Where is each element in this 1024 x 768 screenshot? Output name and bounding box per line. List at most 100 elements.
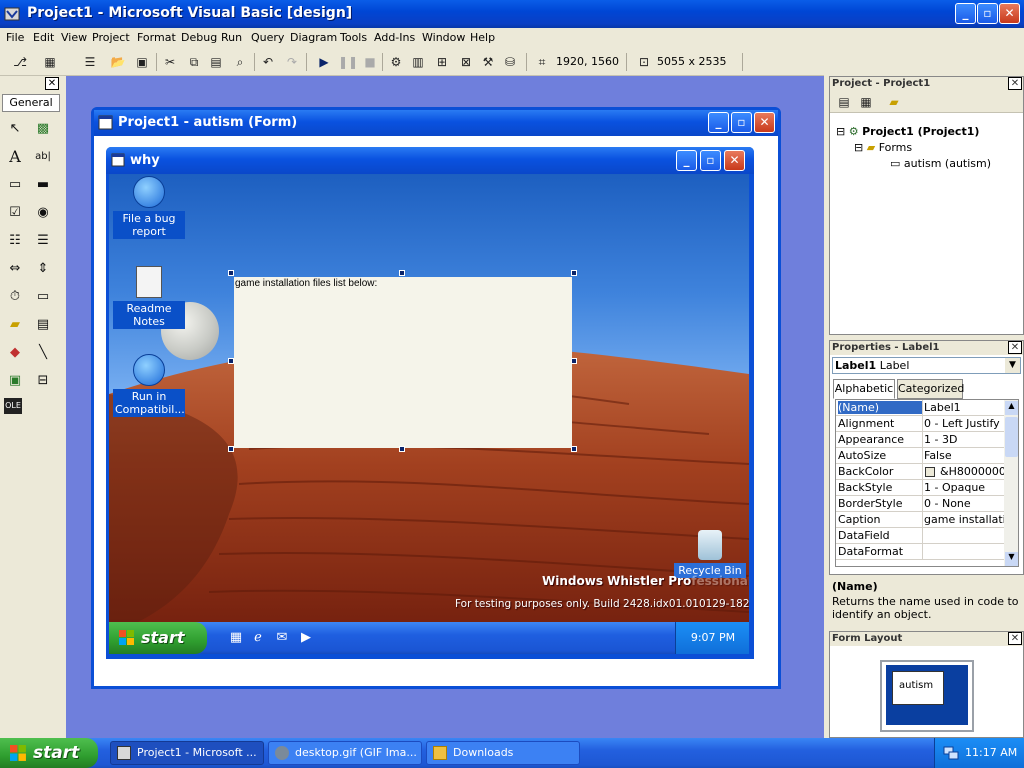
toolbox-tab-general[interactable]: General <box>2 94 60 112</box>
listbox-tool-icon[interactable]: ☰ <box>32 230 54 252</box>
desktop-icon-readme[interactable]: Readme Notes <box>113 266 185 329</box>
resize-handle[interactable] <box>228 270 234 276</box>
property-row[interactable]: (Name) Label1 <box>836 400 1004 416</box>
end-icon[interactable]: ■ <box>360 52 380 72</box>
resize-handle[interactable] <box>228 446 234 452</box>
scroll-down-icon[interactable]: ▼ <box>1005 552 1018 566</box>
inner-maximize-button[interactable]: ▫ <box>700 150 721 171</box>
toggle-folders-icon[interactable]: ▰ <box>884 92 904 112</box>
layout-form-preview[interactable]: autism <box>892 671 944 705</box>
find-icon[interactable]: ⌕ <box>230 52 250 72</box>
property-row[interactable]: Captiongame installation <box>836 512 1004 528</box>
menu-tools[interactable]: Tools <box>340 31 367 44</box>
label-tool-icon[interactable]: A <box>4 146 26 168</box>
form-maximize-button[interactable]: ▫ <box>731 112 752 133</box>
resize-handle[interactable] <box>571 446 577 452</box>
property-row[interactable]: BorderStyle 0 - None <box>836 496 1004 512</box>
combobox-tool-icon[interactable]: ☷ <box>4 230 26 252</box>
media-player-icon[interactable]: ▶ <box>297 629 315 647</box>
property-row[interactable]: AutoSize False <box>836 448 1004 464</box>
form-close-button[interactable]: ✕ <box>754 112 775 133</box>
picturebox-icon[interactable]: ▩ <box>32 118 54 140</box>
inner-close-button[interactable]: ✕ <box>724 150 745 171</box>
start-button[interactable]: start <box>0 738 98 768</box>
toolbox-close-button[interactable]: ✕ <box>45 77 59 90</box>
checkbox-tool-icon[interactable]: ☑ <box>4 202 26 224</box>
minimize-button[interactable]: _ <box>955 3 976 24</box>
menu-query[interactable]: Query <box>251 31 284 44</box>
scroll-up-icon[interactable]: ▲ <box>1005 401 1018 415</box>
label1-control[interactable]: game installation files list below: <box>234 277 572 448</box>
option-button-icon[interactable]: ◉ <box>32 202 54 224</box>
property-row[interactable]: BackColor&H8000000F <box>836 464 1004 480</box>
property-row[interactable]: DataFormat <box>836 544 1004 560</box>
project-explorer-icon[interactable]: ⚙ <box>386 52 406 72</box>
ole-tool-icon[interactable]: OLE <box>4 398 22 414</box>
start-icon[interactable]: ▶ <box>314 52 334 72</box>
image-tool-icon[interactable]: ▣ <box>4 370 26 392</box>
timer-tool-icon[interactable]: ⏱ <box>4 286 26 308</box>
desktop-icon-recycle-bin[interactable]: Recycle Bin <box>674 530 746 578</box>
object-selector[interactable]: Label1 Label ▼ <box>832 357 1021 374</box>
view-code-icon[interactable]: ▤ <box>834 92 854 112</box>
properties-window-icon[interactable]: ▥ <box>408 52 428 72</box>
menu-view[interactable]: View <box>61 31 87 44</box>
frame-tool-icon[interactable]: ▭ <box>4 174 26 196</box>
open-project-icon[interactable]: 📂 <box>108 52 128 72</box>
filelist-icon[interactable]: ▤ <box>32 314 54 336</box>
tab-alphabetic[interactable]: Alphabetic <box>833 379 895 399</box>
task-downloads[interactable]: Downloads <box>426 741 580 765</box>
menu-diagram[interactable]: Diagram <box>290 31 337 44</box>
menu-edit[interactable]: Edit <box>33 31 54 44</box>
resize-handle[interactable] <box>399 446 405 452</box>
form-minimize-button[interactable]: _ <box>708 112 729 133</box>
save-project-icon[interactable]: ▣ <box>132 52 152 72</box>
shape-tool-icon[interactable]: ◆ <box>4 342 26 364</box>
line-tool-icon[interactable]: ╲ <box>32 342 54 364</box>
desktop-icon-compat[interactable]: Run in Compatibil... <box>113 354 185 417</box>
menu-debug[interactable]: Debug <box>181 31 217 44</box>
form-designer-titlebar[interactable]: Project1 - autism (Form) _ ▫ ✕ <box>94 110 778 136</box>
menu-file[interactable]: File <box>6 31 24 44</box>
drivelist-icon[interactable]: ▭ <box>32 286 54 308</box>
textbox-tool-icon[interactable]: ab| <box>32 146 54 168</box>
inner-form-titlebar[interactable]: why _ ▫ ✕ <box>106 147 754 174</box>
property-row[interactable]: DataField <box>836 528 1004 544</box>
title-bar[interactable]: Project1 - Microsoft Visual Basic [desig… <box>0 0 1024 28</box>
menu-help[interactable]: Help <box>470 31 495 44</box>
project-close-button[interactable]: ✕ <box>1008 77 1022 90</box>
paste-icon[interactable]: ▤ <box>206 52 226 72</box>
chevron-down-icon[interactable]: ▼ <box>1005 358 1020 373</box>
object-browser-icon[interactable]: ⊠ <box>456 52 476 72</box>
menu-format[interactable]: Format <box>137 31 176 44</box>
data-view-icon[interactable]: ⛁ <box>500 52 520 72</box>
command-button-icon[interactable]: ▬ <box>32 174 54 196</box>
menu-project[interactable]: Project <box>92 31 130 44</box>
tree-node-forms[interactable]: ⊟ ▰ Forms <box>854 141 912 154</box>
dirlist-icon[interactable]: ▰ <box>4 314 26 336</box>
close-button[interactable]: ✕ <box>999 3 1020 24</box>
toolbox-icon[interactable]: ⚒ <box>478 52 498 72</box>
break-icon[interactable]: ❚❚ <box>338 52 358 72</box>
data-tool-icon[interactable]: ⊟ <box>32 370 54 392</box>
menu-add-ins[interactable]: Add-Ins <box>374 31 415 44</box>
copy-icon[interactable]: ⧉ <box>184 52 204 72</box>
outlook-icon[interactable]: ✉ <box>273 629 291 647</box>
scroll-thumb[interactable] <box>1005 417 1018 457</box>
form-layout-icon[interactable]: ⊞ <box>432 52 452 72</box>
resize-handle[interactable] <box>571 270 577 276</box>
menu-run[interactable]: Run <box>221 31 242 44</box>
property-row[interactable]: BackStyle 1 - Opaque <box>836 480 1004 496</box>
task-visual-basic[interactable]: Project1 - Microsoft ... <box>110 741 264 765</box>
resize-handle[interactable] <box>399 270 405 276</box>
inner-start-button[interactable]: start <box>109 622 207 654</box>
redo-icon[interactable]: ↷ <box>282 52 302 72</box>
tab-categorized[interactable]: Categorized <box>897 379 964 399</box>
pointer-icon[interactable]: ↖ <box>4 118 26 140</box>
tree-node-project[interactable]: ⊟ ⚙ Project1 (Project1) <box>836 125 979 138</box>
cut-icon[interactable]: ✂ <box>160 52 180 72</box>
menu-editor-icon[interactable]: ☰ <box>80 52 100 72</box>
task-desktop-gif[interactable]: desktop.gif (GIF Ima... <box>268 741 422 765</box>
view-object-icon[interactable]: ▦ <box>856 92 876 112</box>
hscrollbar-icon[interactable]: ⇔ <box>4 258 26 280</box>
